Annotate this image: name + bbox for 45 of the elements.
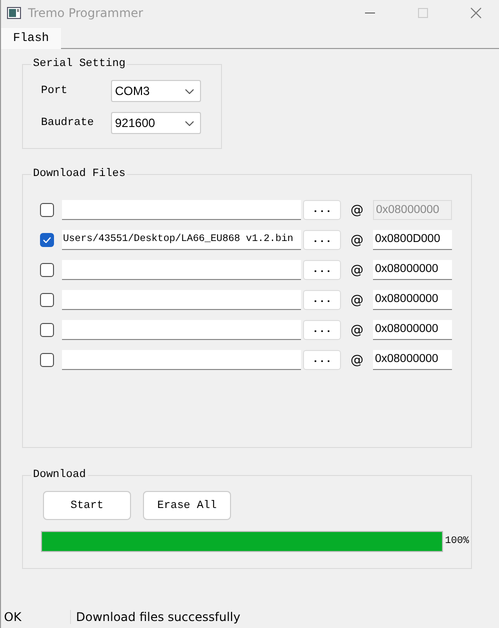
status-message: Download files successfully xyxy=(75,610,242,624)
address-field[interactable]: 0x08000000 xyxy=(373,260,452,280)
address-field[interactable]: 0x08000000 xyxy=(373,350,452,370)
app-icon xyxy=(7,7,21,19)
file-path-field[interactable]: Users/43551/Desktop/LA66_EU868 v1.2.bin xyxy=(62,230,301,250)
address-field[interactable]: 0x08000000 xyxy=(373,290,452,310)
action-button[interactable]: Start xyxy=(43,491,131,520)
chevron-icon xyxy=(185,120,194,126)
browse-button[interactable]: ... xyxy=(303,320,341,340)
checkbox[interactable] xyxy=(40,203,54,217)
at-sign: @ xyxy=(350,232,364,248)
browse-button[interactable]: ... xyxy=(303,230,341,250)
browse-button[interactable]: ... xyxy=(303,260,341,280)
checkbox[interactable] xyxy=(40,293,54,307)
at-sign: @ xyxy=(350,202,364,218)
file-path-field[interactable] xyxy=(62,350,301,370)
checkbox[interactable] xyxy=(40,233,54,247)
dropdown[interactable]: 921600 xyxy=(111,112,201,134)
checkbox[interactable] xyxy=(40,263,54,277)
browse-button[interactable]: ... xyxy=(303,200,341,220)
dropdown[interactable]: COM3 xyxy=(111,80,201,102)
at-sign: @ xyxy=(350,322,364,338)
at-sign: @ xyxy=(350,292,364,308)
status-state: OK xyxy=(1,610,71,624)
tab[interactable]: Flash xyxy=(1,28,62,49)
address-field[interactable]: 0x0800D000 xyxy=(373,230,452,250)
chevron-icon xyxy=(185,88,194,94)
file-path-field[interactable] xyxy=(62,290,301,310)
progress-reading: 100% xyxy=(445,536,470,547)
action-button[interactable]: Erase All xyxy=(143,491,231,520)
group-title: Serial Setting xyxy=(31,57,128,71)
file-path-field[interactable] xyxy=(62,260,301,280)
checkbox[interactable] xyxy=(40,353,54,367)
file-path-field[interactable] xyxy=(62,200,301,220)
at-sign: @ xyxy=(350,352,364,368)
field-label: Port xyxy=(41,85,68,97)
at-sign: @ xyxy=(350,262,364,278)
address-field[interactable]: 0x08000000 xyxy=(373,320,452,340)
checkbox[interactable] xyxy=(40,323,54,337)
browse-button[interactable]: ... xyxy=(303,290,341,310)
browse-button[interactable]: ... xyxy=(303,350,341,370)
checkmark-icon xyxy=(43,237,51,243)
window-title: Tremo Programmer xyxy=(28,6,144,20)
field-label: Baudrate xyxy=(41,117,95,129)
file-path-field[interactable] xyxy=(62,320,301,340)
